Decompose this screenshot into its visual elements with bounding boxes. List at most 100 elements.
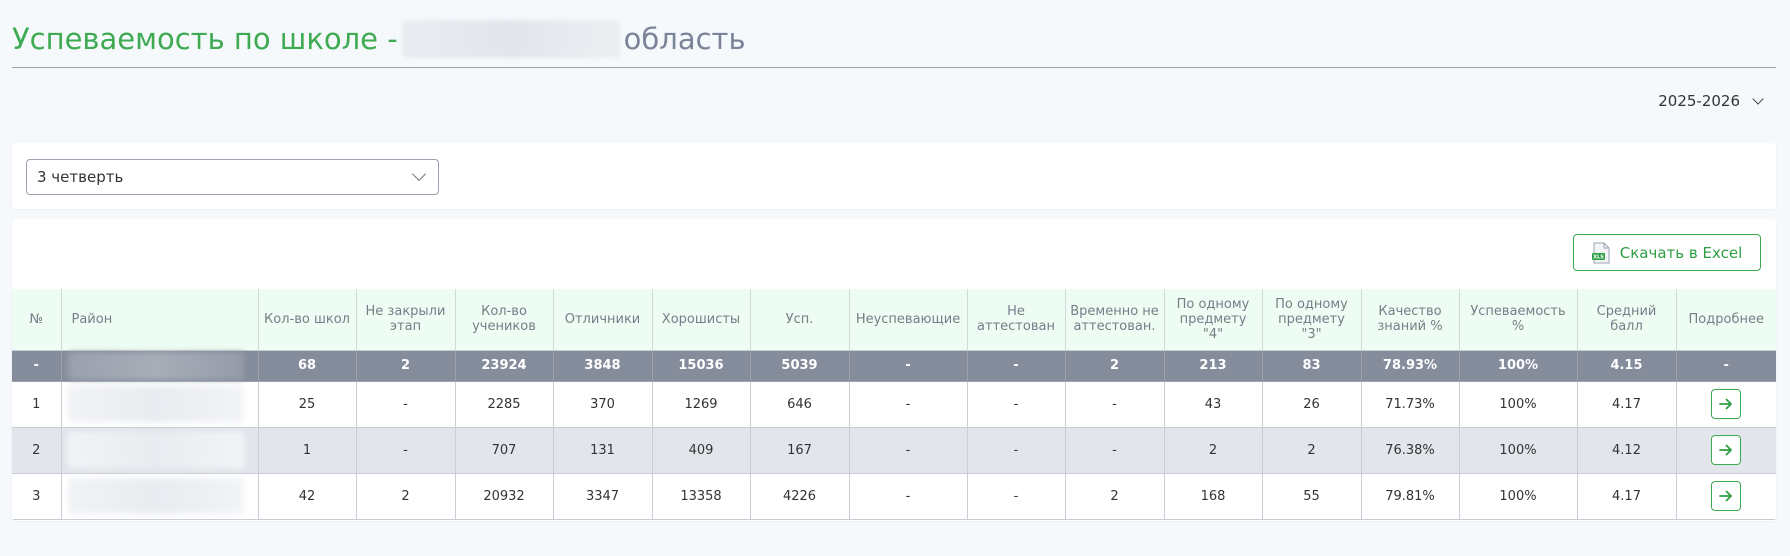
download-excel-button[interactable]: XLS Скачать в Excel (1573, 234, 1761, 271)
table-cell: 4.12 (1577, 427, 1677, 474)
table-cell: 55 (1262, 473, 1362, 520)
table-cell: 370 (553, 381, 653, 428)
table-cell: 3347 (553, 473, 653, 520)
table-cell: - (356, 427, 456, 474)
table-row: 1 25 - 2285 370 1269 646 - - - 43 26 71.… (12, 381, 1776, 428)
table-cell: 213 (1164, 350, 1263, 382)
column-header[interactable]: Район (61, 289, 259, 351)
table-cell: 100% (1459, 350, 1578, 382)
column-header[interactable]: Успеваемость % (1459, 289, 1578, 351)
details-cell (1676, 381, 1776, 428)
table-cell: 78.93% (1361, 350, 1460, 382)
column-header[interactable]: Качество знаний % (1361, 289, 1460, 351)
performance-table: № Район Кол-во школ Не закрыли этап Кол-… (12, 289, 1776, 520)
details-button[interactable] (1711, 389, 1742, 419)
table-cell: - (967, 350, 1066, 382)
column-header[interactable]: По одному предмету "4" (1164, 289, 1263, 351)
table-cell: - (967, 473, 1066, 520)
column-header[interactable]: Кол-во учеников (455, 289, 554, 351)
quarter-select[interactable]: 3 четверть (26, 159, 439, 195)
table-cell: 5039 (750, 350, 850, 382)
page-title-suffix: область (623, 22, 746, 56)
table-cell: 168 (1164, 473, 1263, 520)
table-cell: 76.38% (1361, 427, 1460, 474)
column-header[interactable]: Не аттестован (967, 289, 1066, 351)
details-button[interactable] (1711, 435, 1742, 465)
total-row: - 68 2 23924 3848 15036 5039 - - 2 213 8… (12, 350, 1776, 382)
table-cell: 1269 (652, 381, 751, 428)
table-cell: 3 (12, 473, 62, 520)
column-header[interactable]: Хорошисты (652, 289, 751, 351)
table-cell: 707 (455, 427, 554, 474)
table-cell: - (1065, 381, 1165, 428)
table-cell: 4.17 (1577, 381, 1677, 428)
xls-file-icon: XLS (1591, 242, 1610, 264)
table-cell: 100% (1459, 427, 1578, 474)
column-header[interactable]: № (12, 289, 62, 351)
report-card: XLS Скачать в Excel № Район Кол-во школ … (12, 219, 1776, 521)
table-cell: 71.73% (1361, 381, 1460, 428)
title-divider (12, 67, 1776, 68)
column-header[interactable]: По одному предмету "3" (1262, 289, 1362, 351)
table-cell: 2 (356, 473, 456, 520)
table-cell: - (12, 350, 62, 382)
arrow-right-icon (1719, 444, 1733, 456)
column-header[interactable]: Кол-во школ (258, 289, 357, 351)
table-cell: - (849, 427, 968, 474)
year-select[interactable]: 2025-2026 (1658, 92, 1764, 110)
table-cell: - (849, 350, 968, 382)
table-cell: 1 (12, 381, 62, 428)
table-cell: 3848 (553, 350, 653, 382)
arrow-right-icon (1719, 398, 1733, 410)
column-header[interactable]: Временно не аттестован. (1065, 289, 1165, 351)
column-header[interactable]: Не закрыли этап (356, 289, 456, 351)
download-excel-label: Скачать в Excel (1619, 243, 1743, 262)
filter-card: 3 четверть (12, 143, 1776, 209)
table-cell: 25 (258, 381, 357, 428)
table-header-row: № Район Кол-во школ Не закрыли этап Кол-… (12, 289, 1776, 351)
table-cell: - (849, 381, 968, 428)
table-cell: 68 (258, 350, 357, 382)
table-cell: 79.81% (1361, 473, 1460, 520)
page-title: Успеваемость по школе - область (12, 20, 746, 58)
table-cell: 26 (1262, 381, 1362, 428)
table-cell: 83 (1262, 350, 1362, 382)
details-button[interactable] (1711, 481, 1742, 511)
arrow-right-icon (1719, 490, 1733, 502)
table-cell: - (356, 381, 456, 428)
details-cell (1676, 473, 1776, 520)
table-row: 3 42 2 20932 3347 13358 4226 - - 2 168 5… (12, 473, 1776, 520)
district-name-redacted (61, 427, 259, 474)
table-cell: 4226 (750, 473, 850, 520)
table-cell: 42 (258, 473, 357, 520)
details-cell (1676, 427, 1776, 474)
table-cell: 409 (652, 427, 751, 474)
table-cell: 2 (1065, 350, 1165, 382)
table-cell: 2 (12, 427, 62, 474)
xls-icon-text: XLS (1593, 254, 1604, 260)
district-name-redacted (61, 381, 259, 428)
column-header[interactable]: Средний балл (1577, 289, 1677, 351)
table-cell: 2 (356, 350, 456, 382)
district-name-redacted (61, 350, 259, 382)
column-header[interactable]: Отличники (553, 289, 653, 351)
table-cell: 23924 (455, 350, 554, 382)
table-cell: - (1065, 427, 1165, 474)
table-cell: 2 (1262, 427, 1362, 474)
table-cell: 15036 (652, 350, 751, 382)
table-cell: 4.15 (1577, 350, 1677, 382)
table-cell: 2 (1065, 473, 1165, 520)
district-name-redacted (61, 473, 259, 520)
table-cell: 646 (750, 381, 850, 428)
table-cell: - (967, 381, 1066, 428)
column-header[interactable]: Неуспевающие (849, 289, 968, 351)
table-cell: 43 (1164, 381, 1263, 428)
column-header: Подробнее (1676, 289, 1776, 351)
table-cell: 100% (1459, 381, 1578, 428)
year-select-value: 2025-2026 (1658, 92, 1740, 110)
chevron-down-icon (411, 166, 427, 182)
table-cell: 20932 (455, 473, 554, 520)
column-header[interactable]: Усп. (750, 289, 850, 351)
chevron-down-icon (1752, 92, 1764, 105)
table-cell: 1 (258, 427, 357, 474)
